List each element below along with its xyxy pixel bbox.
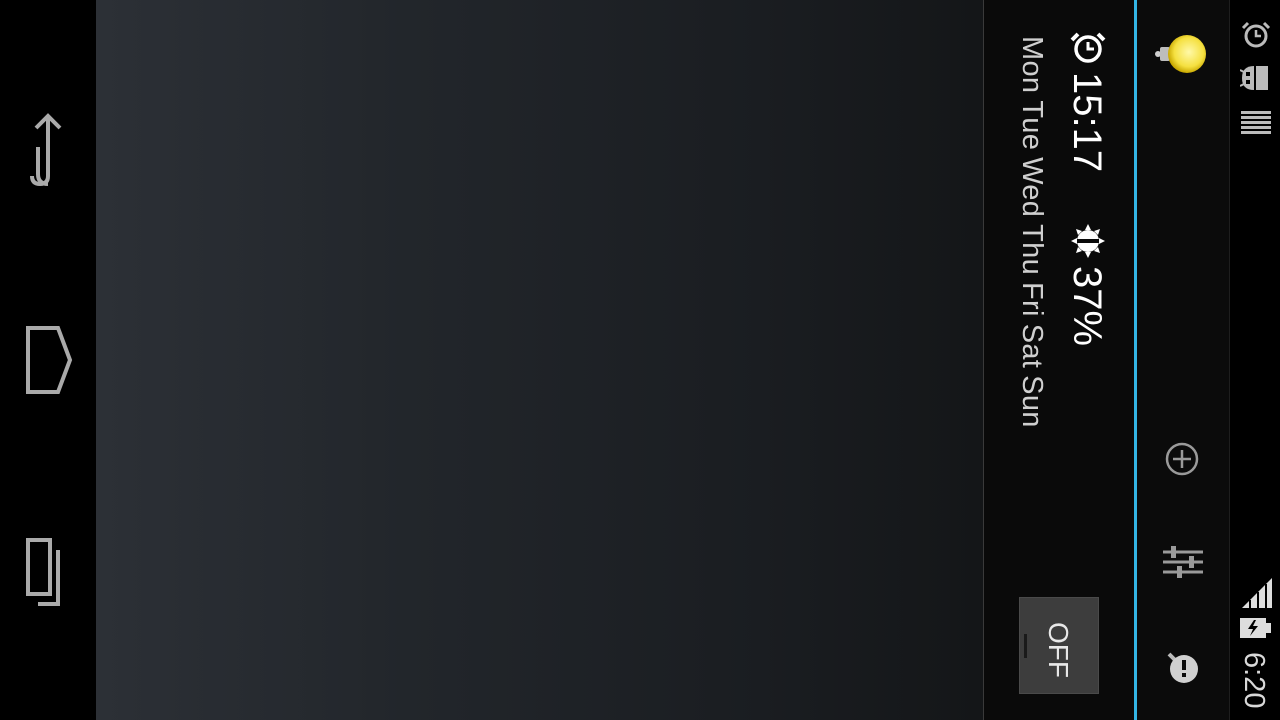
toggle-label: OFF — [1043, 622, 1074, 678]
sliders-icon[interactable] — [1161, 542, 1205, 587]
home-icon — [26, 326, 73, 394]
alert-icon[interactable] — [1163, 648, 1203, 693]
back-arrow-icon — [30, 113, 62, 187]
toggle-indicator — [1024, 634, 1027, 658]
home-button[interactable] — [0, 300, 96, 420]
back-button[interactable] — [0, 90, 96, 210]
day-label: Fri — [1016, 282, 1048, 317]
alarm-time: 15:17 — [1065, 72, 1109, 173]
signal-icon — [1242, 578, 1272, 615]
day-label: Thu — [1016, 224, 1048, 276]
day-label: Tue — [1016, 100, 1048, 151]
status-clock: 6:20 — [1238, 652, 1270, 709]
lightbulb-icon[interactable] — [1153, 30, 1213, 83]
alarm-clock-icon — [1240, 20, 1272, 55]
battery-percentage: 37% — [1065, 266, 1109, 347]
alarm-icon — [1068, 30, 1108, 71]
notification-list-icon — [1240, 110, 1272, 141]
day-label: Sat — [1016, 323, 1048, 369]
recent-apps-button[interactable] — [0, 512, 96, 632]
day-label: Mon — [1016, 36, 1048, 94]
add-icon[interactable] — [1163, 440, 1201, 483]
alarm-days: Mon Tue Wed Thu Fri Sat Sun — [1016, 36, 1048, 435]
day-label: Sun — [1016, 375, 1048, 428]
side-panel — [1137, 0, 1229, 720]
navigation-bar — [0, 0, 96, 720]
wallpaper-area — [96, 0, 983, 720]
day-label: Wed — [1016, 157, 1048, 218]
status-bar: H — [1229, 0, 1280, 720]
recent-apps-icon — [26, 538, 60, 606]
brightness-icon — [1068, 222, 1108, 265]
android-icon — [1239, 62, 1272, 99]
battery-charging-icon — [1240, 616, 1272, 645]
